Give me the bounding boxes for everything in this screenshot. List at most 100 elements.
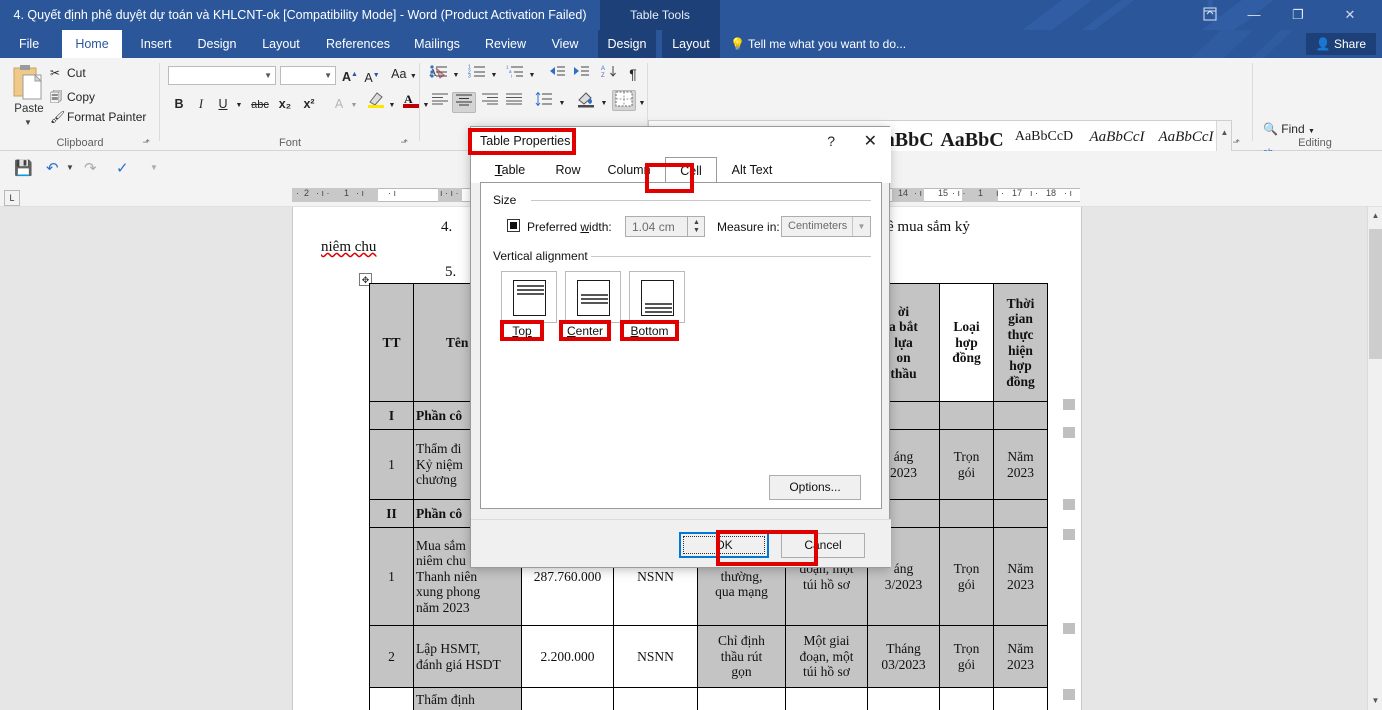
table-cell[interactable]: II	[369, 499, 414, 528]
chevron-down-icon[interactable]: ▼	[852, 217, 870, 236]
change-case-button[interactable]: Aa ▼	[388, 64, 420, 85]
table-cell[interactable]: 2	[369, 625, 414, 688]
customize-qat-icon[interactable]: ▼	[150, 163, 158, 172]
chevron-down-icon[interactable]: ▼	[324, 71, 332, 80]
preferred-width-input[interactable]: 1.04 cm ▲ ▼	[625, 216, 705, 237]
tab-home[interactable]: Home	[62, 30, 122, 58]
table-cell[interactable]	[993, 499, 1048, 528]
underline-dropdown-icon[interactable]: ▼	[233, 95, 245, 116]
dialog-close-button[interactable]: ✕	[864, 131, 877, 151]
italic-button[interactable]: I	[192, 94, 210, 115]
borders-icon[interactable]	[612, 90, 636, 111]
tab-table-design[interactable]: Design	[598, 30, 656, 58]
tab-review[interactable]: Review	[476, 30, 534, 58]
chevron-down-icon[interactable]: ▼	[526, 65, 538, 86]
subscript-button[interactable]: x₂	[274, 94, 296, 115]
table-cell[interactable]	[993, 687, 1048, 710]
chevron-down-icon[interactable]: ▼	[598, 93, 610, 114]
vertical-scrollbar[interactable]: ▲ ▼	[1367, 207, 1382, 710]
close-button[interactable]: ✕	[1328, 0, 1372, 30]
table-cell[interactable]: Trọn gói	[939, 429, 994, 500]
ribbon-display-options-icon[interactable]	[1188, 0, 1232, 30]
preferred-width-checkbox[interactable]	[507, 219, 520, 232]
align-top-button[interactable]	[501, 271, 557, 323]
table-cell[interactable]	[939, 687, 994, 710]
chevron-down-icon[interactable]: ▼	[348, 95, 360, 116]
pilcrow-icon[interactable]: ¶	[622, 64, 644, 85]
align-center-icon[interactable]	[452, 92, 476, 113]
table-row[interactable]: 2 Lập HSMT, đánh giá HSDT 2.200.000 NSNN…	[369, 625, 1048, 688]
options-button[interactable]: Options...	[769, 475, 861, 500]
styles-dialog-launcher[interactable]: ⬏	[1232, 137, 1240, 148]
table-cell-contract-type[interactable]: Loại hợp đồng	[939, 283, 994, 402]
table-cell[interactable]: Năm 2023	[993, 429, 1048, 500]
chevron-down-icon[interactable]: ▼	[66, 163, 74, 172]
table-cell[interactable]	[369, 687, 414, 710]
table-cell[interactable]	[785, 687, 868, 710]
dialog-tab-table[interactable]: TTable	[481, 157, 539, 183]
justify-icon[interactable]	[502, 92, 526, 113]
align-center-button[interactable]	[565, 271, 621, 323]
superscript-button[interactable]: x²	[298, 94, 320, 115]
measure-in-select[interactable]: Centimeters ▼	[781, 216, 871, 237]
chevron-down-icon[interactable]: ▼	[386, 95, 398, 116]
table-cell[interactable]: 1	[369, 429, 414, 500]
table-cell-contract-duration[interactable]: Thời gian thực hiện hợp đồng	[993, 283, 1048, 402]
table-cell[interactable]: NSNN	[613, 625, 698, 688]
chevron-down-icon[interactable]: ▼	[264, 71, 272, 80]
line-spacing-icon[interactable]	[532, 91, 556, 113]
bullet-list-icon[interactable]	[428, 64, 450, 85]
table-cell[interactable]	[993, 401, 1048, 430]
align-bottom-button[interactable]	[629, 271, 685, 323]
copy-button[interactable]: 🗐 Copy	[50, 88, 95, 109]
sort-az-icon[interactable]: AZ	[598, 64, 620, 85]
tell-me-box[interactable]: 💡 Tell me what you want to do...	[730, 30, 906, 58]
table-cell[interactable]: Năm 2023	[993, 625, 1048, 688]
format-painter-button[interactable]: 🖌 Format Painter	[50, 110, 146, 124]
spelling-check-icon[interactable]: ✓	[116, 159, 129, 177]
numbered-list-icon[interactable]: 123	[466, 64, 488, 85]
share-button[interactable]: 👤 Share	[1305, 33, 1376, 55]
dialog-help-button[interactable]: ?	[827, 133, 835, 149]
paste-label[interactable]: Paste	[4, 103, 54, 115]
tab-design[interactable]: Design	[188, 30, 246, 58]
clipboard-icon[interactable]	[12, 64, 46, 102]
restore-button[interactable]: ❐	[1276, 0, 1320, 30]
table-cell[interactable]: Lập HSMT, đánh giá HSDT	[413, 625, 522, 688]
table-cell[interactable]: Trọn gói	[939, 527, 994, 626]
minimize-button[interactable]: —	[1232, 0, 1276, 30]
tab-view[interactable]: View	[540, 30, 590, 58]
scroll-up-icon[interactable]: ▲	[1368, 207, 1382, 225]
redo-icon[interactable]: ↷	[84, 159, 97, 177]
table-cell[interactable]: Năm 2023	[993, 527, 1048, 626]
find-button[interactable]: 🔍 Find ▼	[1263, 122, 1315, 136]
multilevel-list-icon[interactable]: 1ai	[504, 64, 526, 85]
undo-icon[interactable]: ↶	[46, 159, 59, 177]
table-cell[interactable]	[939, 499, 994, 528]
font-name-input[interactable]: ▼	[168, 66, 276, 85]
tab-stop-selector[interactable]: L	[4, 190, 20, 206]
underline-button[interactable]: U	[214, 94, 232, 115]
dialog-tab-alt-text[interactable]: Alt Text	[721, 157, 783, 183]
bold-button[interactable]: B	[170, 94, 188, 115]
shading-icon[interactable]	[574, 90, 598, 111]
shrink-font-button[interactable]: A▼	[362, 65, 382, 86]
chevron-down-icon[interactable]: ▼	[1308, 128, 1315, 135]
cut-button[interactable]: ✂ Cut	[50, 66, 86, 80]
strikethrough-button[interactable]: abc	[248, 95, 272, 116]
clipboard-dialog-launcher[interactable]: ⬏	[142, 137, 150, 148]
table-cell[interactable]	[867, 687, 940, 710]
align-right-icon[interactable]	[478, 92, 502, 113]
tab-mailings[interactable]: Mailings	[404, 30, 470, 58]
increase-indent-icon[interactable]	[570, 64, 592, 85]
table-cell[interactable]: TT	[369, 283, 414, 402]
font-size-input[interactable]: ▼	[280, 66, 336, 85]
chevron-down-icon[interactable]: ▼	[488, 65, 500, 86]
table-cell[interactable]: Thẩm định	[413, 687, 522, 710]
chevron-down-icon[interactable]: ▼	[556, 93, 568, 114]
tab-insert[interactable]: Insert	[130, 30, 182, 58]
table-cell[interactable]: Chỉ định thầu rút gọn	[697, 625, 786, 688]
table-cell[interactable]	[613, 687, 698, 710]
table-cell[interactable]: Trọn gói	[939, 625, 994, 688]
align-left-icon[interactable]	[428, 92, 452, 113]
